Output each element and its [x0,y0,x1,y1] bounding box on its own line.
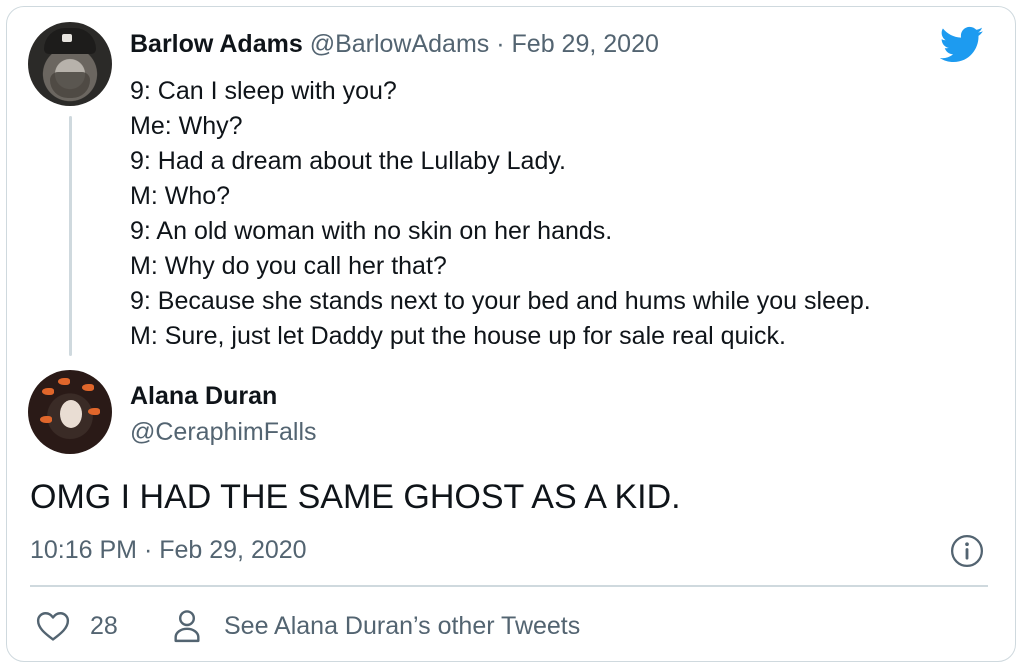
goldfish-shape [58,378,70,385]
goldfish-shape [88,408,100,415]
see-other-tweets-link[interactable]: See Alana Duran’s other Tweets [224,612,580,641]
tweet-line: 9: An old woman with no skin on her hand… [130,217,613,245]
thread-connector-line [69,116,72,356]
tweet-line: 9: Can I sleep with you? [130,77,397,105]
original-tweet-text: 9: Can I sleep with you? Me: Why? 9: Had… [130,74,871,354]
like-count[interactable]: 28 [90,612,118,641]
avatar-barlow-adams[interactable] [28,22,112,106]
reply-timestamp[interactable]: 10:16 PM · Feb 29, 2020 [30,536,307,565]
goldfish-shape [40,416,52,423]
reply-tweet-text: OMG I HAD THE SAME GHOST AS A KID. [30,478,681,516]
footer-divider [30,585,988,587]
tweet-line: Me: Why? [130,112,243,140]
goldfish-shape [42,388,54,395]
avatar-alana-duran[interactable] [28,370,112,454]
author-handle[interactable]: @BarlowAdams [310,30,490,58]
author-name[interactable]: Barlow Adams [130,30,303,58]
twitter-bird-icon[interactable] [940,26,984,64]
tweet-line: M: Sure, just let Daddy put the house up… [130,322,786,350]
original-tweet-header: Barlow Adams @BarlowAdams · Feb 29, 2020 [130,30,659,59]
tweet-date[interactable]: Feb 29, 2020 [512,30,659,58]
header-separator: · [496,30,505,58]
tweet-line: 9: Had a dream about the Lullaby Lady. [130,147,566,175]
goldfish-shape [82,384,94,391]
tweet-line: M: Who? [130,182,231,210]
info-icon[interactable] [950,534,984,568]
reply-author-name[interactable]: Alana Duran [130,382,277,411]
tweet-line: 9: Because she stands next to your bed a… [130,287,871,315]
reply-author-handle[interactable]: @CeraphimFalls [130,418,317,447]
tweet-line: M: Why do you call her that? [130,252,447,280]
heart-icon[interactable] [36,610,70,642]
person-icon[interactable] [172,609,202,643]
beard-shape [50,72,90,98]
avatar-face [60,400,82,428]
cap-logo [62,34,72,42]
